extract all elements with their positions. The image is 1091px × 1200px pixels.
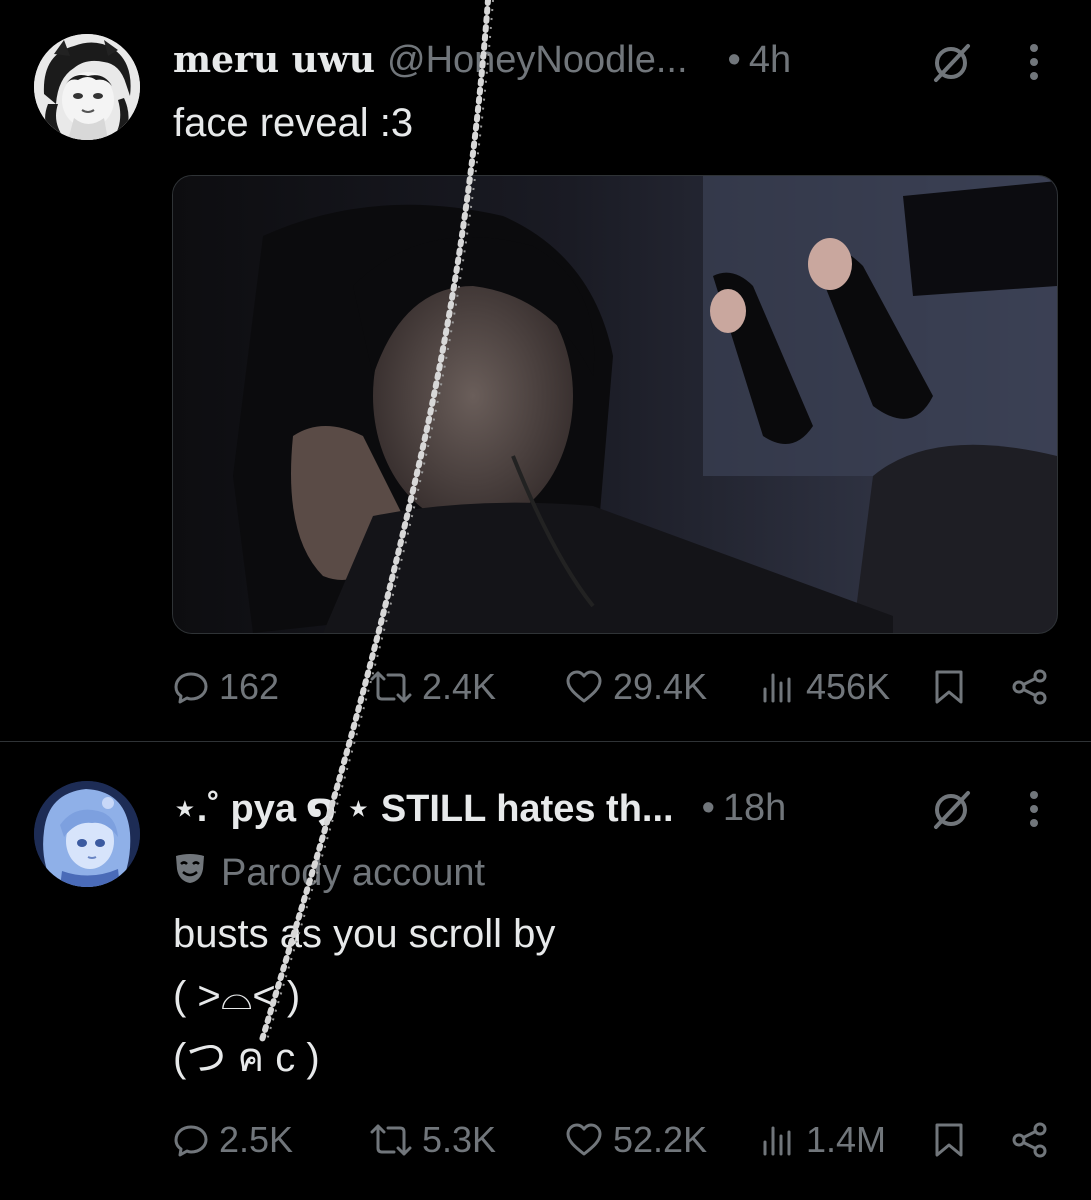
repost-button[interactable]: 2.4K	[370, 662, 496, 712]
repost-count: 2.4K	[422, 666, 497, 707]
parody-label: Parody account	[221, 851, 486, 894]
handle[interactable]: @HoneyNoodle...	[387, 39, 688, 82]
more-icon[interactable]	[1028, 40, 1040, 84]
views-icon	[760, 1122, 796, 1158]
views-button[interactable]: 1.4M	[760, 1115, 886, 1165]
tweet-2[interactable]: ⋆.˚ pya ໑ ⋆ STILL hates th... • 18h Paro…	[0, 743, 1091, 1200]
avatar[interactable]	[34, 34, 140, 140]
display-name[interactable]: meru uwu	[173, 39, 375, 81]
reply-icon	[173, 669, 209, 705]
grok-icon[interactable]	[930, 787, 974, 831]
action-bar: 2.5K 5.3K 52.2K 1.4M	[173, 1115, 1053, 1165]
reply-count: 2.5K	[219, 1119, 294, 1160]
mask-icon	[173, 851, 207, 895]
grok-icon[interactable]	[930, 40, 974, 84]
separator-dot: •	[727, 38, 741, 81]
repost-icon	[370, 1122, 412, 1158]
like-count: 29.4K	[613, 666, 708, 707]
avatar[interactable]	[34, 781, 140, 887]
reply-button[interactable]: 2.5K	[173, 1115, 293, 1165]
views-icon	[760, 669, 796, 705]
separator-dot: •	[701, 786, 715, 829]
tweet-text-line: (つ ค c )	[173, 1036, 320, 1080]
heart-icon	[565, 669, 603, 705]
bookmark-button[interactable]	[933, 662, 965, 712]
divider	[0, 741, 1091, 742]
action-bar: 162 2.4K 29.4K 456K	[173, 662, 1053, 712]
display-name[interactable]: ⋆.˚ pya ໑ ⋆ STILL hates th...	[173, 786, 674, 831]
share-button[interactable]	[1011, 662, 1049, 712]
bookmark-icon	[933, 1121, 965, 1159]
like-button[interactable]: 52.2K	[565, 1115, 707, 1165]
share-icon	[1011, 668, 1049, 706]
tweet-text: busts as you scroll by ( >⌓< ) (つ ค c )	[173, 903, 555, 1089]
reply-count: 162	[219, 666, 280, 707]
repost-count: 5.3K	[422, 1119, 497, 1160]
views-count: 1.4M	[806, 1119, 887, 1160]
reply-icon	[173, 1122, 209, 1158]
tweet-text-line: face reveal :3	[173, 101, 414, 145]
views-count: 456K	[806, 666, 891, 707]
tweet-text-line: busts as you scroll by	[173, 912, 556, 956]
timestamp[interactable]: 4h	[749, 39, 791, 82]
share-button[interactable]	[1011, 1115, 1049, 1165]
reply-button[interactable]: 162	[173, 662, 279, 712]
share-icon	[1011, 1121, 1049, 1159]
tweet-text-line: ( >⌓< )	[173, 974, 301, 1018]
bookmark-button[interactable]	[933, 1115, 965, 1165]
like-count: 52.2K	[613, 1119, 708, 1160]
timestamp[interactable]: 18h	[723, 787, 786, 830]
repost-button[interactable]: 5.3K	[370, 1115, 496, 1165]
tweet-media-image[interactable]	[172, 175, 1058, 634]
heart-icon	[565, 1122, 603, 1158]
views-button[interactable]: 456K	[760, 662, 890, 712]
like-button[interactable]: 29.4K	[565, 662, 707, 712]
tweet-text: face reveal :3	[173, 92, 413, 154]
repost-icon	[370, 669, 412, 705]
parody-badge[interactable]: Parody account	[173, 850, 485, 896]
tweet-1[interactable]: meru uwu @HoneyNoodle... • 4h face revea…	[0, 0, 1091, 742]
bookmark-icon	[933, 668, 965, 706]
more-icon[interactable]	[1028, 787, 1040, 831]
